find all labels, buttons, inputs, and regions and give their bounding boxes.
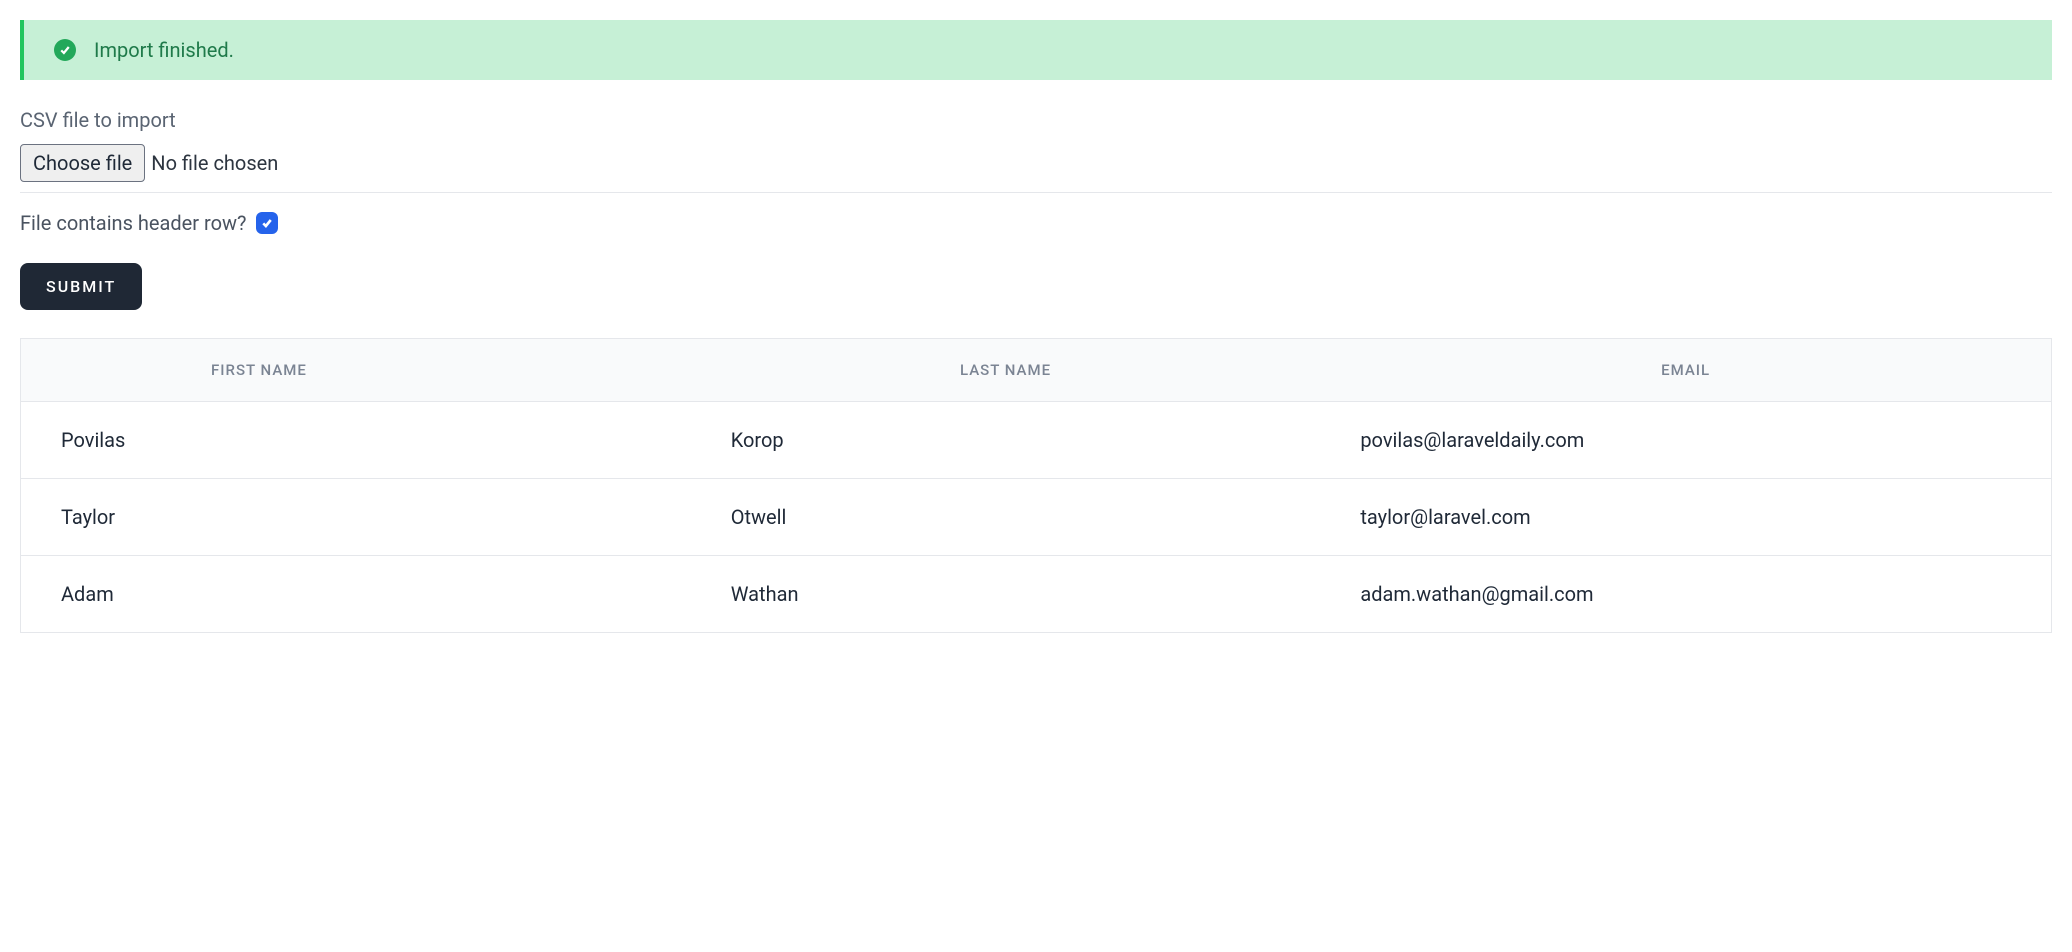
cell-last-name: Otwell bbox=[691, 479, 1321, 556]
table-header-first-name: FIRST NAME bbox=[21, 339, 691, 402]
cell-email: adam.wathan@gmail.com bbox=[1320, 556, 2051, 633]
table-header-email: EMAIL bbox=[1320, 339, 2051, 402]
cell-last-name: Korop bbox=[691, 402, 1321, 479]
success-alert: Import finished. bbox=[20, 20, 2052, 80]
file-status-text: No file chosen bbox=[151, 151, 278, 175]
cell-email: povilas@laraveldaily.com bbox=[1320, 402, 2051, 479]
header-row-checkbox[interactable] bbox=[256, 212, 278, 234]
choose-file-button[interactable]: Choose file bbox=[20, 144, 145, 182]
divider bbox=[20, 192, 2052, 193]
cell-first-name: Taylor bbox=[21, 479, 691, 556]
submit-button[interactable]: SUBMIT bbox=[20, 263, 142, 310]
table-row: PovilasKoroppovilas@laraveldaily.com bbox=[21, 402, 2052, 479]
csv-file-label: CSV file to import bbox=[20, 108, 2052, 132]
header-row-label: File contains header row? bbox=[20, 211, 246, 235]
table-row: TaylorOtwelltaylor@laravel.com bbox=[21, 479, 2052, 556]
results-table: FIRST NAME LAST NAME EMAIL PovilasKoropp… bbox=[20, 338, 2052, 633]
cell-email: taylor@laravel.com bbox=[1320, 479, 2051, 556]
alert-message: Import finished. bbox=[94, 38, 234, 62]
file-input-row: Choose file No file chosen bbox=[20, 144, 2052, 182]
check-circle-icon bbox=[54, 39, 76, 61]
cell-first-name: Povilas bbox=[21, 402, 691, 479]
table-header-last-name: LAST NAME bbox=[691, 339, 1321, 402]
cell-last-name: Wathan bbox=[691, 556, 1321, 633]
table-row: AdamWathanadam.wathan@gmail.com bbox=[21, 556, 2052, 633]
cell-first-name: Adam bbox=[21, 556, 691, 633]
header-row-option: File contains header row? bbox=[20, 211, 2052, 235]
